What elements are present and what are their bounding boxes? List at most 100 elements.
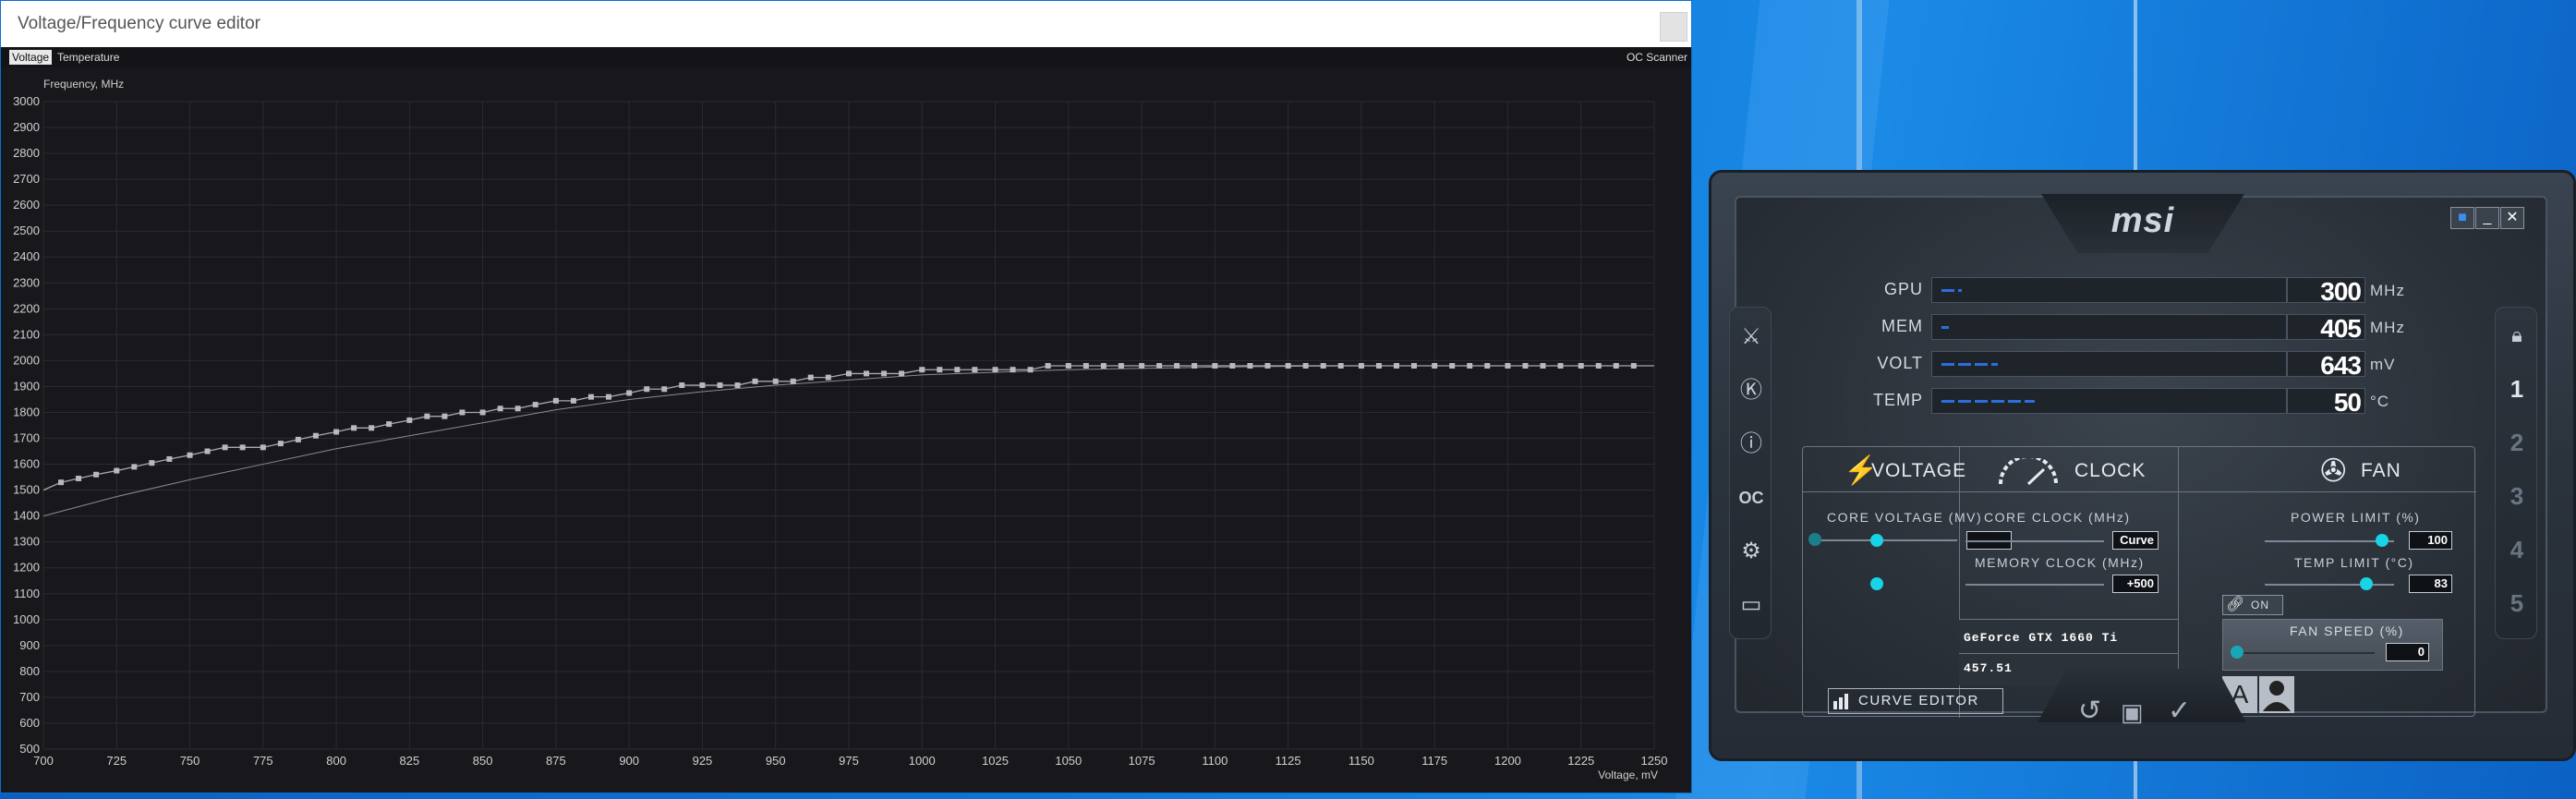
curve-point[interactable] — [1613, 363, 1619, 369]
curve-point[interactable] — [1505, 363, 1511, 369]
curve-point[interactable] — [605, 393, 611, 400]
curve-point[interactable] — [459, 409, 466, 416]
link-toggle[interactable]: 🔗︎ ON — [2222, 595, 2283, 615]
curve-point[interactable] — [1229, 363, 1236, 369]
kombustor-icon[interactable]: Ⓚ — [1730, 372, 1772, 409]
curve-point[interactable] — [1484, 363, 1491, 369]
curve-point[interactable] — [295, 436, 301, 442]
curve-point[interactable] — [1302, 363, 1309, 369]
curve-editor-button[interactable]: CURVE EDITOR — [1828, 688, 2003, 714]
memory-clock-value[interactable]: +500 — [2112, 575, 2159, 593]
curve-point[interactable] — [166, 455, 173, 462]
memory-clock-slider[interactable] — [1870, 577, 1883, 590]
curve-point[interactable] — [717, 382, 723, 389]
curve-point[interactable] — [1264, 363, 1271, 369]
curve-point[interactable] — [1540, 363, 1546, 369]
profile-2[interactable]: 2 — [2496, 424, 2538, 461]
curve-point[interactable] — [1393, 363, 1399, 369]
close-button[interactable] — [1660, 12, 1687, 42]
curve-point[interactable] — [1010, 367, 1016, 373]
curve-point[interactable] — [846, 370, 852, 377]
curve-point[interactable] — [514, 406, 521, 412]
curve-point[interactable] — [552, 397, 559, 404]
curve-point[interactable] — [93, 471, 100, 478]
curve-point[interactable] — [644, 386, 650, 393]
curve-point[interactable] — [626, 390, 633, 396]
temp-limit-value[interactable]: 83 — [2409, 575, 2452, 593]
curve-point[interactable] — [76, 475, 82, 481]
curve-point[interactable] — [222, 444, 228, 451]
vf-curve-chart[interactable]: 5006007008009001000110012001300140015001… — [1, 67, 1691, 793]
close-button[interactable]: ✕ — [2500, 207, 2524, 229]
temp-limit-slider[interactable] — [2360, 577, 2373, 590]
curve-point[interactable] — [1337, 363, 1344, 369]
curve-point[interactable] — [864, 370, 870, 377]
curve-point[interactable] — [1467, 363, 1473, 369]
curve-point[interactable] — [479, 409, 486, 416]
curve-point[interactable] — [1578, 363, 1584, 369]
curve-point[interactable] — [386, 421, 393, 428]
curve-point[interactable] — [972, 367, 978, 373]
curve-point[interactable] — [937, 367, 943, 373]
curve-point[interactable] — [825, 374, 831, 381]
curve-point[interactable] — [187, 452, 193, 458]
curve-point[interactable] — [919, 367, 925, 373]
oc-scanner-button[interactable]: OC Scanner — [1627, 50, 1687, 65]
info-icon[interactable]: ⓘ — [1730, 426, 1772, 463]
curve-point[interactable] — [333, 429, 340, 435]
curve-point[interactable] — [881, 370, 888, 377]
curve-point[interactable] — [351, 425, 357, 431]
curve-point[interactable] — [772, 378, 779, 384]
save-icon[interactable]: ▣ — [2121, 698, 2144, 727]
curve-point[interactable] — [114, 467, 120, 474]
curve-point[interactable] — [239, 444, 246, 451]
monitor-icon[interactable]: ▭ — [1730, 587, 1772, 623]
tab-voltage[interactable]: Voltage — [9, 50, 53, 65]
curve-point[interactable] — [1630, 363, 1637, 369]
curve-point[interactable] — [532, 402, 538, 408]
lock-icon[interactable]: 🔒︎ — [2496, 317, 2538, 354]
curve-point[interactable] — [752, 378, 758, 384]
curve-point[interactable] — [1320, 363, 1326, 369]
minimize-button[interactable]: _ — [2475, 207, 2499, 229]
curve-point[interactable] — [899, 370, 905, 377]
curve-point[interactable] — [1595, 363, 1602, 369]
curve-point[interactable] — [1191, 363, 1198, 369]
profile-1[interactable]: 1 — [2496, 370, 2538, 407]
power-limit-value[interactable]: 100 — [2409, 531, 2452, 550]
curve-point[interactable] — [1174, 363, 1180, 369]
curve-point[interactable] — [441, 413, 448, 419]
curve-point[interactable] — [1118, 363, 1124, 369]
curve-point[interactable] — [58, 479, 65, 486]
curve-point[interactable] — [1410, 363, 1417, 369]
curve-point[interactable] — [369, 425, 375, 431]
curve-point[interactable] — [1358, 363, 1364, 369]
profile-4[interactable]: 4 — [2496, 531, 2538, 568]
curve-points[interactable] — [58, 363, 1637, 486]
curve-point[interactable] — [260, 444, 266, 451]
curve-point[interactable] — [406, 417, 413, 423]
curve-point[interactable] — [954, 367, 961, 373]
power-limit-slider[interactable] — [2376, 534, 2389, 547]
tab-temperature[interactable]: Temperature — [54, 50, 122, 65]
curve-point[interactable] — [1375, 363, 1382, 369]
curve-point[interactable] — [1139, 363, 1145, 369]
curve-point[interactable] — [790, 378, 796, 384]
curve-point[interactable] — [992, 367, 998, 373]
core-voltage-slider[interactable] — [1808, 533, 1821, 546]
oc-scanner-icon[interactable]: OC — [1730, 479, 1772, 516]
curve-point[interactable] — [1449, 363, 1456, 369]
curve-point[interactable] — [1557, 363, 1564, 369]
curve-point[interactable] — [570, 397, 576, 404]
curve-point[interactable] — [679, 382, 685, 389]
core-clock-slider[interactable] — [1870, 534, 1883, 547]
curve-point[interactable] — [1212, 363, 1218, 369]
windows-icon[interactable]: ■ — [2450, 207, 2474, 229]
fan-user-button[interactable] — [2259, 676, 2294, 713]
apply-icon[interactable]: ✓ — [2168, 695, 2191, 727]
curve-point[interactable] — [1082, 363, 1089, 369]
core-clock-value[interactable]: Curve — [2112, 531, 2159, 550]
curve-point[interactable] — [1285, 363, 1291, 369]
curve-point[interactable] — [1027, 367, 1034, 373]
fan-speed-value[interactable]: 0 — [2386, 643, 2429, 661]
